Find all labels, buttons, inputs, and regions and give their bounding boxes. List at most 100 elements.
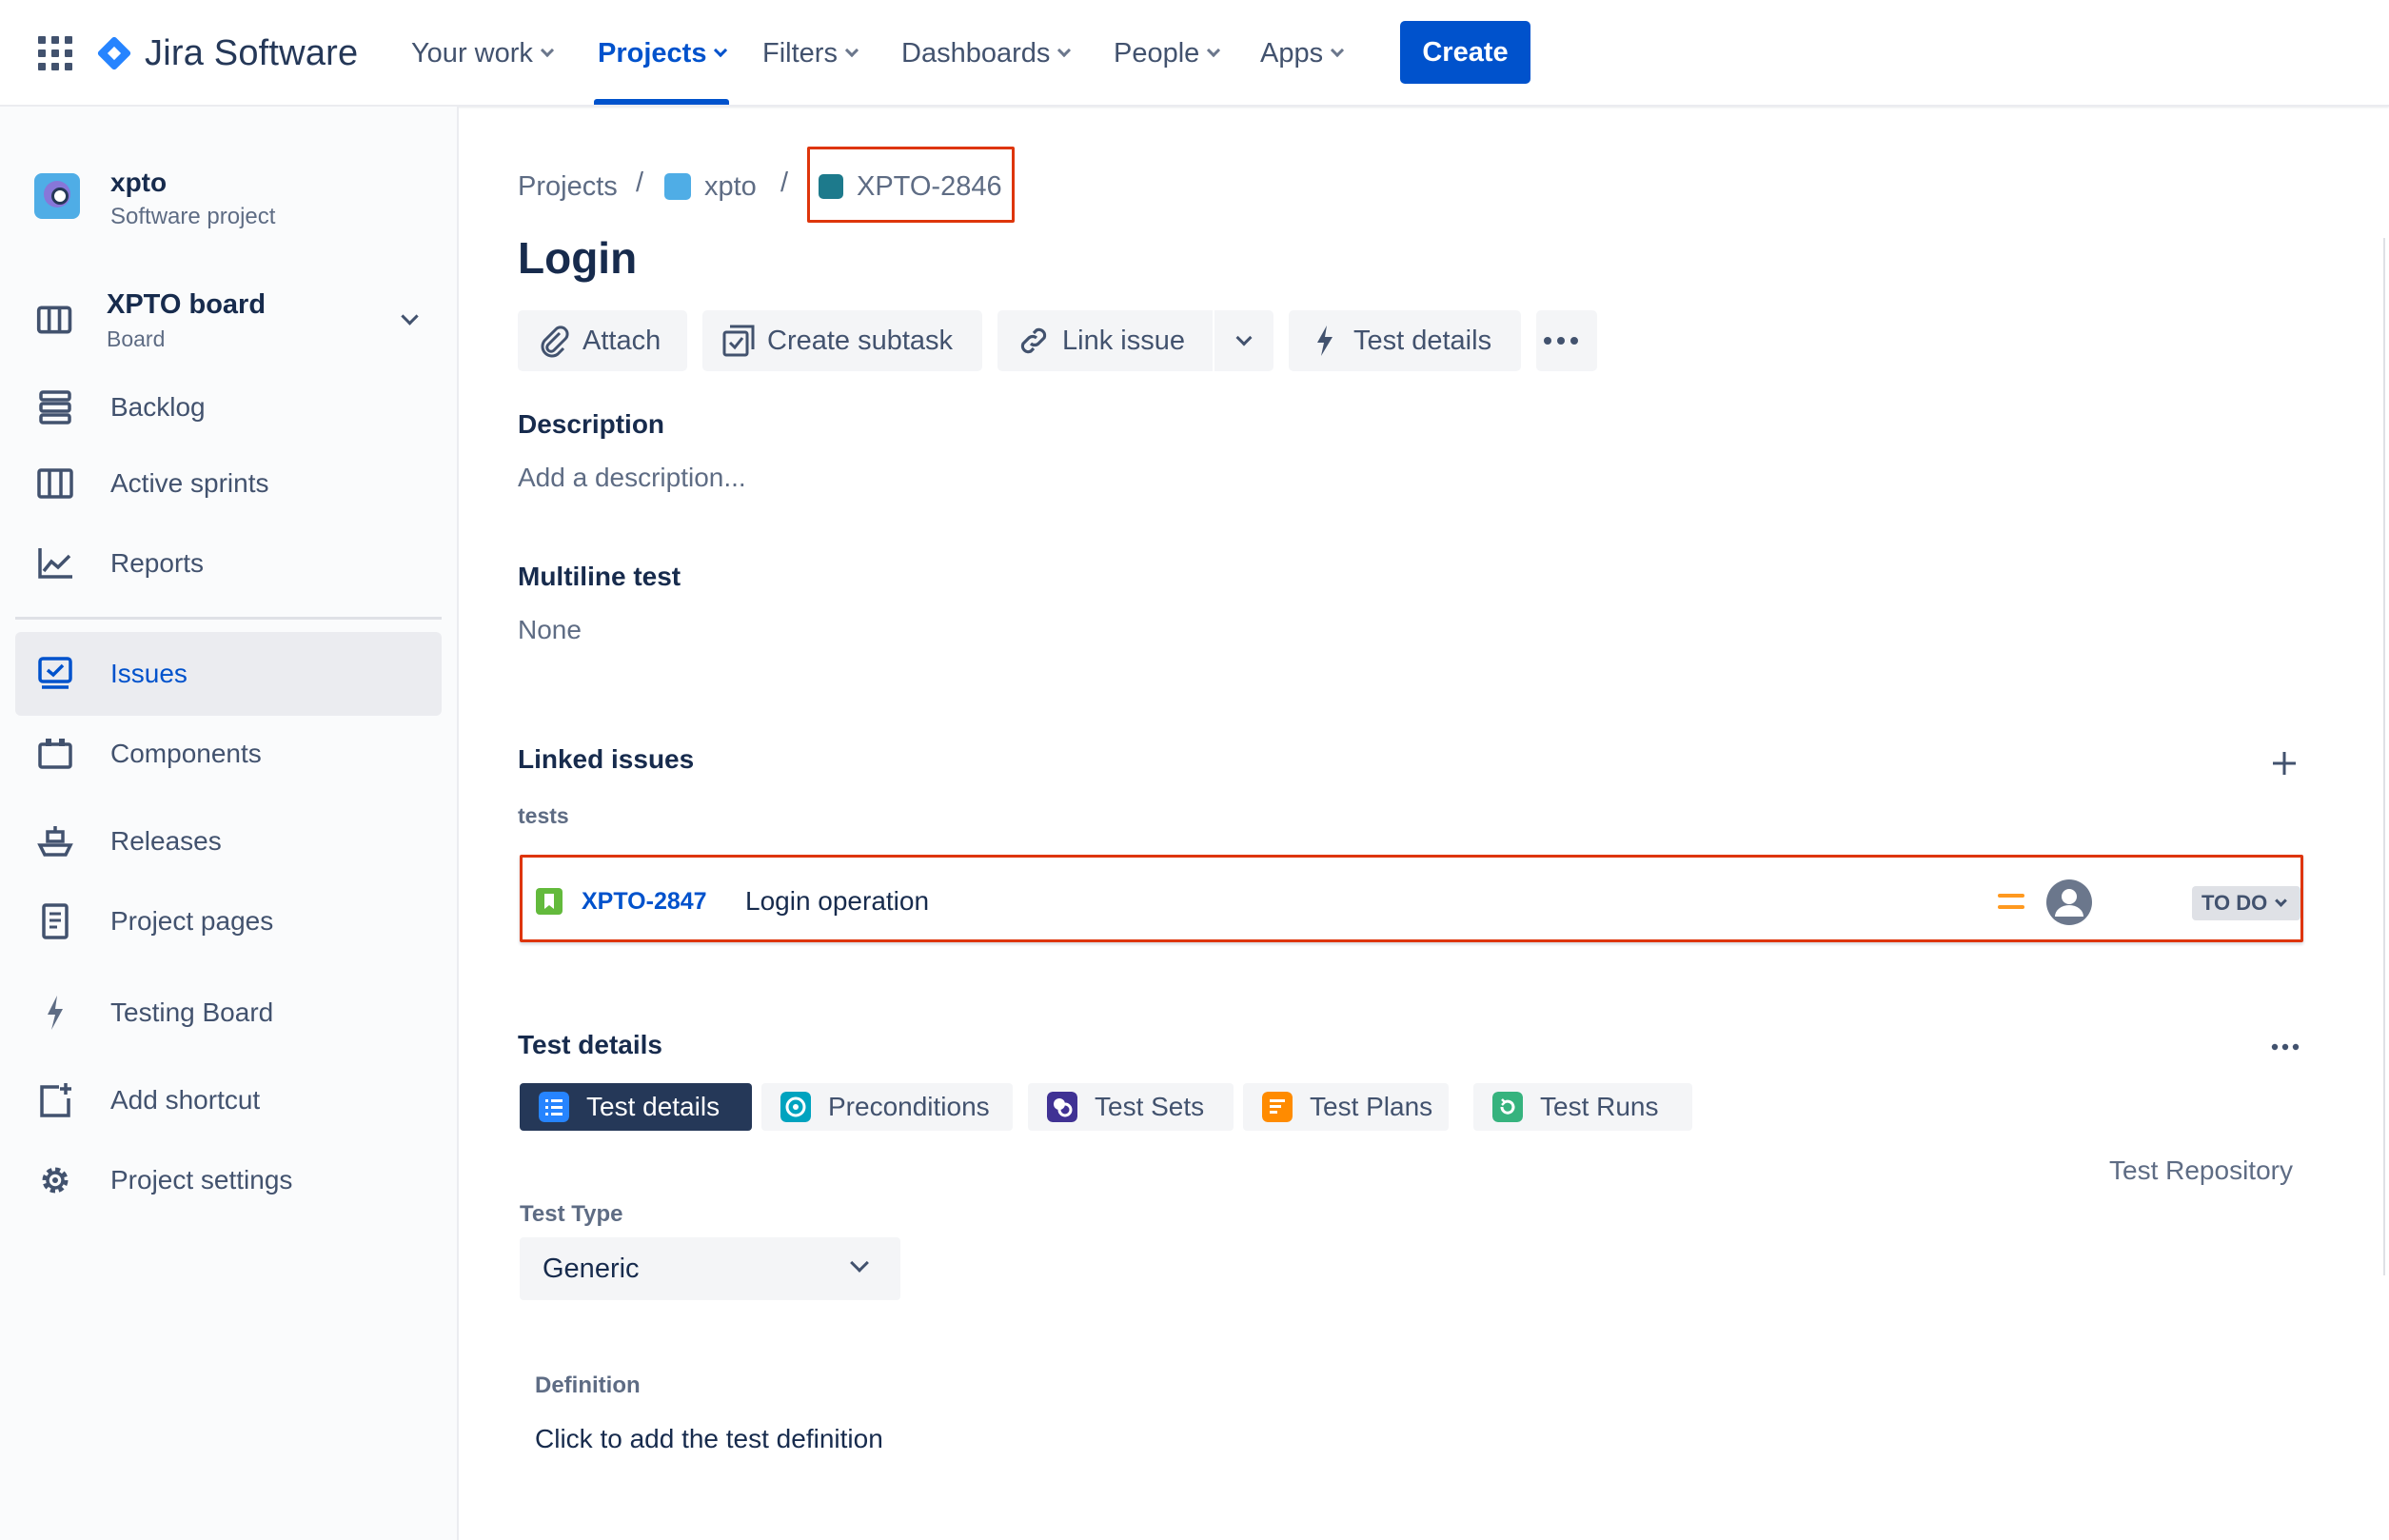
breadcrumb-separator: / [780,168,789,198]
description-field[interactable]: Add a description... [518,463,746,493]
link-issue-button[interactable]: Link issue [997,310,1213,371]
chevron-down-icon [540,43,554,58]
unassigned-avatar[interactable] [2045,879,2093,926]
sidebar-divider [15,617,442,620]
sidebar-item-active-sprints[interactable]: Active sprints [110,468,269,499]
multiline-test-value[interactable]: None [518,615,582,645]
create-button[interactable]: Create [1400,21,1530,84]
test-details-button[interactable]: Test details [1289,310,1521,371]
link-icon [1020,327,1047,354]
tab-test-plans[interactable]: Test Plans [1243,1083,1449,1131]
add-shortcut-icon [40,1083,71,1117]
link-relation-label: tests [518,803,569,828]
link-issue-label: Link issue [1062,325,1185,356]
sidebar-active-background [15,632,442,716]
sidebar-item-add-shortcut[interactable]: Add shortcut [110,1085,260,1116]
issue-view: Projects / xpto / XPTO-2846 Login Attach… [461,107,2389,1540]
linked-issue-summary[interactable]: Login operation [745,886,929,917]
chevron-down-icon [1207,43,1221,58]
sidebar-item-components[interactable]: Components [110,739,262,769]
tab-label: Preconditions [828,1092,990,1121]
project-type: Software project [110,204,276,229]
sidebar-item-issues[interactable]: Issues [110,659,188,689]
board-type: Board [107,326,166,351]
test-set-icon [1047,1092,1077,1122]
attach-button[interactable]: Attach [518,310,687,371]
create-subtask-label: Create subtask [767,325,954,356]
multiline-test-heading: Multiline test [518,562,681,591]
nav-label: Projects [598,37,707,69]
chevron-down-icon [844,43,859,58]
nav-apps[interactable]: Apps [1260,32,1345,74]
sidebar-item-reports[interactable]: Reports [110,548,204,579]
nav-label: Dashboards [901,37,1051,69]
chevron-down-icon [1057,43,1072,58]
tab-test-runs[interactable]: Test Runs [1473,1083,1692,1131]
test-repository-link[interactable]: Test Repository [2109,1155,2293,1186]
jira-diamond-icon [97,36,131,70]
project-avatar-icon [664,173,691,200]
project-name[interactable]: xpto [110,168,167,198]
sidebar-item-project-settings[interactable]: Project settings [110,1165,292,1195]
test-type-select[interactable]: Generic [520,1237,900,1300]
tab-test-sets[interactable]: Test Sets [1028,1083,1234,1131]
sidebar-item-releases[interactable]: Releases [110,826,222,857]
issue-title[interactable]: Login [518,232,637,284]
definition-field[interactable]: Click to add the test definition [535,1424,883,1454]
nav-projects[interactable]: Projects [598,32,728,74]
test-type-value: Generic [543,1253,640,1284]
tab-preconditions[interactable]: Preconditions [761,1083,1013,1131]
lightning-icon [48,996,63,1030]
board-icon [36,306,72,334]
linked-issue-row[interactable]: XPTO-2847 Login operation TO DO [520,855,2303,942]
chevron-down-icon [850,1254,869,1273]
linked-issue-key[interactable]: XPTO-2847 [582,888,707,916]
app-switcher-icon[interactable] [38,36,72,70]
status-label: TO DO [2201,891,2268,915]
top-navigation: Jira Software Your work Projects Filters… [0,0,2389,107]
description-heading: Description [518,409,665,439]
breadcrumb-project-label: xpto [704,170,757,202]
chevron-down-icon [1331,43,1345,58]
nav-label: Filters [762,37,838,69]
test-type-label: Test Type [520,1201,623,1227]
tab-label: Test details [586,1092,721,1121]
definition-label: Definition [535,1372,641,1398]
link-issue-dropdown[interactable] [1214,310,1273,371]
chevron-down-icon [714,43,728,58]
add-link-icon[interactable] [2269,748,2300,779]
issue-key-highlight [807,147,1015,223]
tab-test-details[interactable]: Test details [520,1083,752,1131]
backlog-icon [39,390,71,424]
nav-label: Apps [1260,37,1324,69]
status-lozenge[interactable]: TO DO [2192,886,2300,920]
jira-logo[interactable]: Jira Software [97,29,358,78]
nav-your-work[interactable]: Your work [411,32,554,74]
board-name[interactable]: XPTO board [107,289,266,321]
nav-dashboards[interactable]: Dashboards [901,32,1072,74]
breadcrumb-projects[interactable]: Projects [518,168,618,206]
nav-filters[interactable]: Filters [762,32,859,74]
project-sidebar: xpto Software project XPTO board Board B… [0,107,459,1540]
sidebar-item-project-pages[interactable]: Project pages [110,906,273,937]
nav-label: Your work [411,37,533,69]
more-actions-button[interactable] [1536,310,1597,371]
components-icon [38,739,72,769]
project-avatar[interactable] [34,173,80,219]
test-run-icon [1492,1092,1523,1122]
priority-medium-icon [1998,894,2024,909]
more-icon[interactable] [2271,1043,2300,1051]
breadcrumb-project[interactable]: xpto [664,168,757,206]
sidebar-item-testing-board[interactable]: Testing Board [110,997,273,1028]
test-plan-icon [1262,1092,1293,1122]
nav-people[interactable]: People [1114,32,1221,74]
scrollbar[interactable] [2383,238,2389,1275]
page-icon [42,903,69,939]
board-dropdown-icon[interactable] [401,307,419,326]
sidebar-item-backlog[interactable]: Backlog [110,392,206,423]
gear-icon [42,1167,69,1194]
tab-label: Test Runs [1540,1092,1659,1121]
create-subtask-button[interactable]: Create subtask [702,310,982,371]
columns-icon [37,468,73,499]
tab-label: Test Plans [1310,1092,1433,1121]
